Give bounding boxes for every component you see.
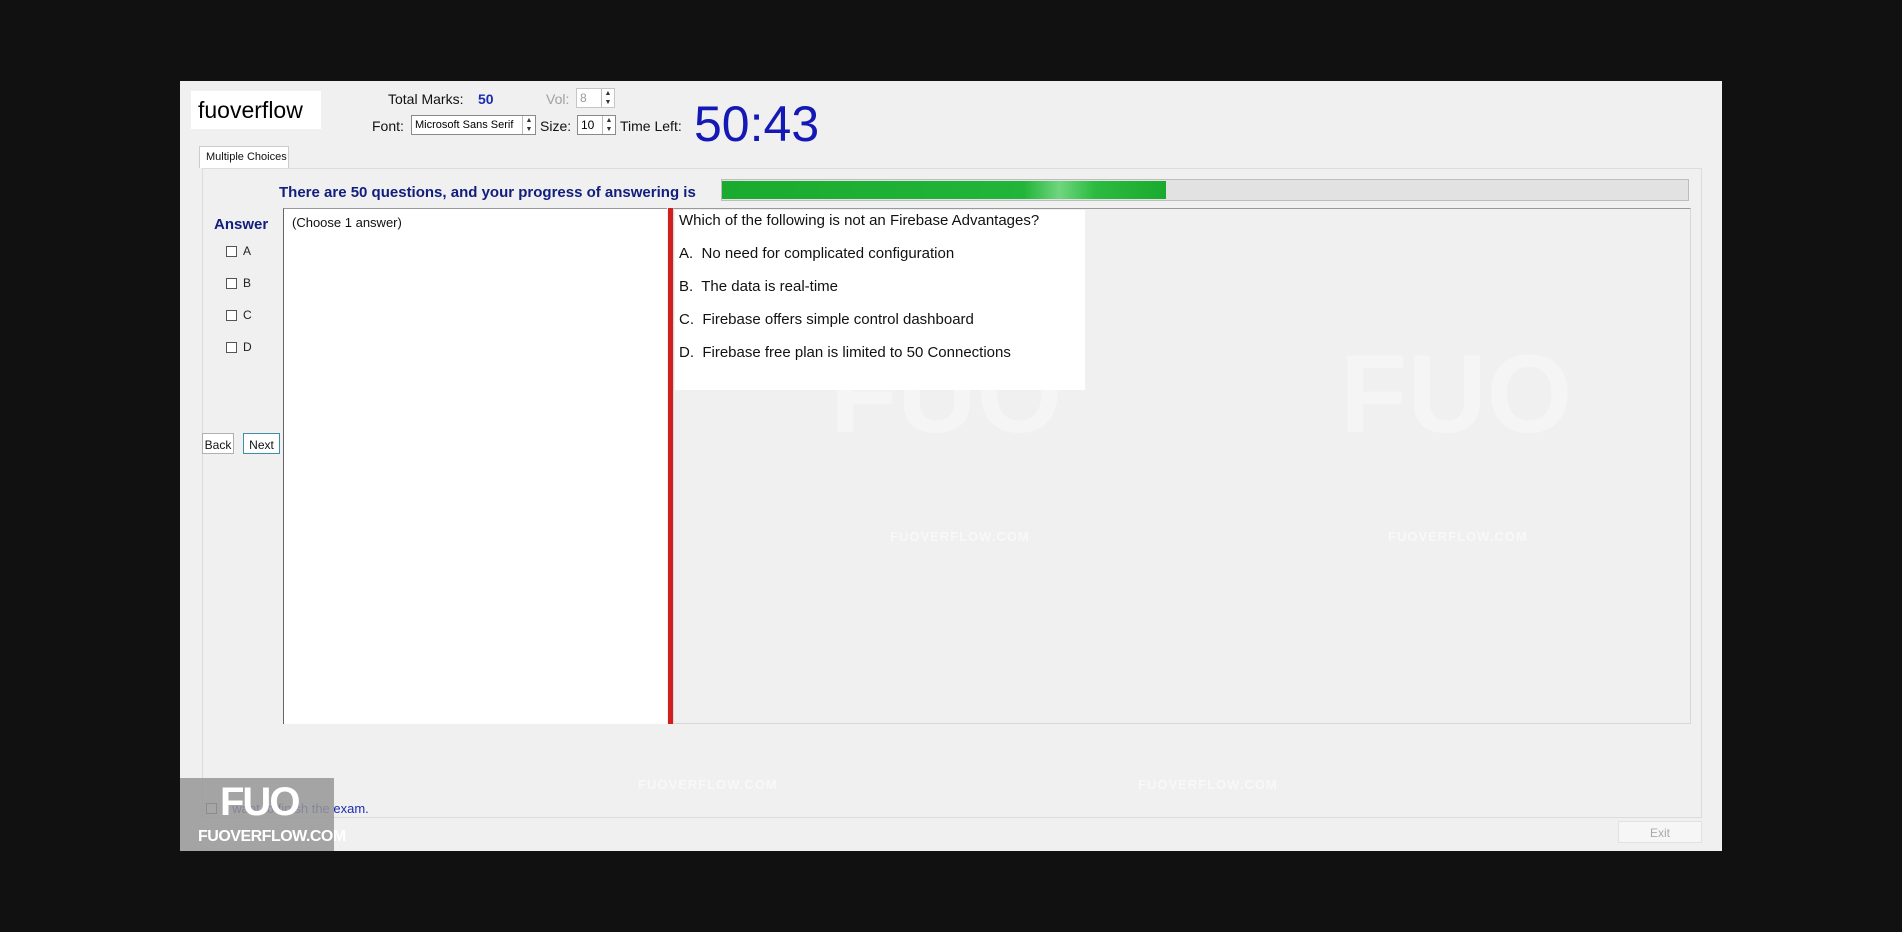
question-option-c: C. Firebase offers simple control dashbo… xyxy=(679,311,974,328)
question-option-d: D. Firebase free plan is limited to 50 C… xyxy=(679,344,1011,361)
option-text: No need for complicated configuration xyxy=(701,245,955,262)
option-letter: B. xyxy=(679,278,694,295)
answer-option-label: C xyxy=(243,308,252,322)
font-value: Microsoft Sans Serif xyxy=(415,119,514,131)
progress-bar xyxy=(721,179,1689,201)
time-left-label: Time Left: xyxy=(620,118,682,134)
question-box xyxy=(675,210,1085,390)
watermark-badge-logo: FUO xyxy=(220,780,300,824)
progress-label: There are 50 questions, and your progres… xyxy=(279,184,696,201)
answer-title: Answer xyxy=(214,216,269,233)
answer-option-c[interactable]: C xyxy=(226,308,252,322)
choose-instruction: (Choose 1 answer) xyxy=(292,215,402,230)
exit-button[interactable]: Exit xyxy=(1618,821,1702,843)
tab-multiple-choices[interactable]: Multiple Choices xyxy=(199,146,289,168)
answer-option-label: B xyxy=(243,276,252,290)
size-stepper[interactable]: 10 ▲ ▼ xyxy=(577,115,616,135)
total-marks-value: 50 xyxy=(478,91,494,107)
exam-window: FUO FUO FUO FUOVERFLOW.COM FUOVERFLOW.CO… xyxy=(180,81,1722,851)
answer-notes-pane[interactable]: (Choose 1 answer) xyxy=(283,208,667,724)
stepper-arrows-icon[interactable]: ▲ ▼ xyxy=(602,116,615,134)
answer-option-a[interactable]: A xyxy=(226,244,251,258)
answer-checkbox-c[interactable] xyxy=(226,309,237,321)
font-label: Font: xyxy=(372,118,404,134)
watermark-badge: FUO FUOVERFLOW.COM xyxy=(180,778,346,851)
answer-checkbox-d[interactable] xyxy=(226,341,237,353)
answer-option-label: D xyxy=(243,340,252,354)
answer-option-d[interactable]: D xyxy=(226,340,252,354)
option-text: The data is real-time xyxy=(701,278,838,295)
question-option-b: B. The data is real-time xyxy=(679,278,838,295)
option-text: Firebase free plan is limited to 50 Conn… xyxy=(702,344,1011,361)
time-left-value: 50:43 xyxy=(694,96,820,152)
answer-option-label: A xyxy=(243,244,252,258)
vol-value: 8 xyxy=(580,91,587,105)
answer-checkbox-b[interactable] xyxy=(226,277,237,289)
option-letter: D. xyxy=(679,344,694,361)
answer-option-b[interactable]: B xyxy=(226,276,251,290)
total-marks-label: Total Marks: xyxy=(388,91,464,107)
stepper-arrows-icon[interactable]: ▲ ▼ xyxy=(522,116,535,134)
font-select[interactable]: Microsoft Sans Serif ▲ ▼ xyxy=(411,115,536,135)
size-label: Size: xyxy=(540,118,572,134)
vol-label: Vol: xyxy=(546,91,570,107)
watermark-badge-text: FUOVERFLOW.COM xyxy=(198,828,346,845)
vol-stepper[interactable]: 8 ▲ ▼ xyxy=(576,88,615,108)
question-option-a: A. No need for complicated configuration xyxy=(679,245,954,262)
size-value: 10 xyxy=(581,118,595,132)
option-text: Firebase offers simple control dashboard xyxy=(702,311,974,328)
question-text: Which of the following is not an Firebas… xyxy=(679,212,1040,229)
stepper-arrows-icon[interactable]: ▲ ▼ xyxy=(601,89,614,107)
app-logo: fuoverflow xyxy=(198,97,303,123)
back-button[interactable]: Back xyxy=(202,433,234,454)
option-letter: C. xyxy=(679,311,694,328)
option-letter: A. xyxy=(679,245,694,262)
answer-checkbox-a[interactable] xyxy=(226,245,237,257)
next-button[interactable]: Next xyxy=(243,433,280,454)
progress-bar-fill xyxy=(722,181,1166,199)
